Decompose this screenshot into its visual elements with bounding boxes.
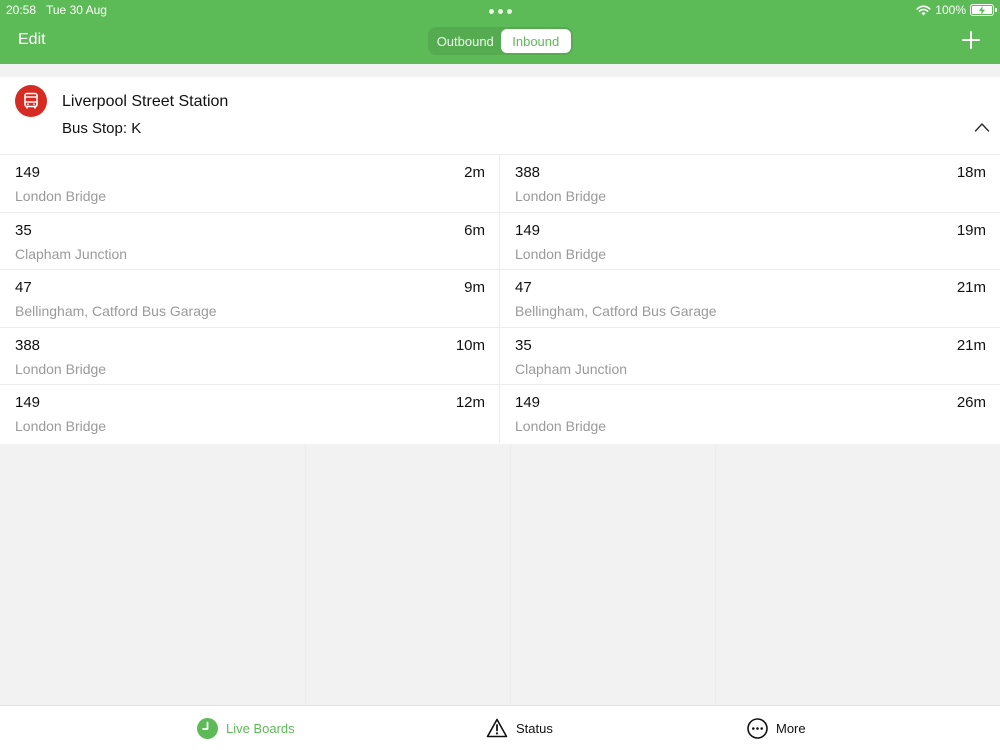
stop-header[interactable]: Liverpool Street Station Bus Stop: K [0, 77, 1000, 155]
arrival-row[interactable]: 47 Bellingham, Catford Bus Garage 9m [0, 270, 499, 328]
eta: 6m [464, 221, 485, 239]
arrival-row[interactable]: 47 Bellingham, Catford Bus Garage 21m [500, 270, 1000, 328]
arrival-row[interactable]: 149 London Bridge 12m [0, 385, 499, 443]
battery-icon [970, 4, 997, 16]
bus-icon [15, 85, 47, 117]
route-number: 47 [515, 279, 532, 296]
status-bar: 20:58 Tue 30 Aug 100% [0, 0, 1000, 20]
segment-inbound[interactable]: Inbound [500, 29, 571, 53]
warning-icon [486, 718, 508, 738]
destination: Bellingham, Catford Bus Garage [515, 303, 717, 319]
destination: London Bridge [15, 188, 107, 204]
route-number: 149 [515, 221, 541, 239]
arrivals-column-left: 149 London Bridge 2m 35 Clapham Junction… [0, 155, 500, 443]
destination: London Bridge [15, 418, 107, 434]
eta: 18m [956, 164, 986, 181]
battery-percent: 100% [935, 3, 966, 17]
more-icon [747, 718, 768, 739]
arrival-row[interactable]: 149 London Bridge 2m [0, 155, 499, 213]
segment-outbound[interactable]: Outbound [430, 29, 501, 53]
add-icon[interactable] [962, 31, 980, 49]
route-number: 35 [15, 221, 32, 239]
tab-status[interactable]: Status [486, 718, 553, 738]
route-number: 388 [15, 336, 41, 354]
eta: 21m [956, 279, 986, 296]
destination: London Bridge [515, 418, 607, 434]
eta: 9m [464, 279, 485, 296]
eta: 26m [956, 394, 986, 411]
chevron-up-icon[interactable] [974, 121, 990, 133]
status-date: Tue 30 Aug [46, 3, 107, 17]
route-number: 149 [515, 394, 541, 411]
arrival-row[interactable]: 149 London Bridge 26m [500, 385, 1000, 443]
direction-segmented-control: Outbound Inbound [428, 27, 573, 55]
destination: London Bridge [515, 188, 607, 204]
arrivals-column-right: 388 London Bridge 18m 149 London Bridge … [500, 155, 1000, 443]
route-number: 35 [515, 336, 532, 354]
route-number: 149 [15, 394, 41, 411]
tab-live-boards[interactable]: Live Boards [197, 718, 295, 739]
destination: Clapham Junction [515, 360, 628, 377]
stop-card: Liverpool Street Station Bus Stop: K 149… [0, 77, 1000, 444]
arrival-row[interactable]: 388 London Bridge 10m [0, 328, 499, 385]
clock-icon [197, 718, 218, 739]
arrival-row[interactable]: 149 London Bridge 19m [500, 213, 1000, 270]
tab-label: Status [516, 720, 553, 736]
eta: 21m [956, 336, 986, 354]
destination: London Bridge [515, 245, 607, 262]
destination: Bellingham, Catford Bus Garage [15, 303, 217, 319]
wifi-icon [916, 5, 931, 15]
arrival-row[interactable]: 388 London Bridge 18m [500, 155, 1000, 213]
multitasking-dots-icon[interactable] [489, 9, 512, 14]
background-grid [0, 444, 1000, 704]
arrival-row[interactable]: 35 Clapham Junction 6m [0, 213, 499, 270]
tab-label: Live Boards [226, 721, 295, 736]
status-right: 100% [916, 3, 997, 17]
eta: 2m [464, 164, 485, 181]
route-number: 388 [515, 164, 541, 181]
stop-name: Liverpool Street Station [62, 93, 229, 110]
tab-more[interactable]: More [747, 718, 806, 739]
tab-bar: Live Boards Status More [0, 705, 1000, 750]
eta: 12m [455, 394, 485, 411]
destination: London Bridge [15, 360, 107, 377]
header: 20:58 Tue 30 Aug 100% Edit Outbound Inbo… [0, 0, 1000, 64]
stop-code: Bus Stop: K [62, 120, 142, 137]
status-time: 20:58 [6, 3, 37, 17]
edit-button[interactable]: Edit [18, 31, 46, 49]
tab-label: More [776, 721, 806, 736]
route-number: 149 [15, 164, 41, 181]
arrival-row[interactable]: 35 Clapham Junction 21m [500, 328, 1000, 385]
route-number: 47 [15, 279, 32, 296]
eta: 10m [455, 336, 485, 354]
arrivals-grid: 149 London Bridge 2m 35 Clapham Junction… [0, 155, 1000, 443]
eta: 19m [956, 221, 986, 239]
destination: Clapham Junction [15, 245, 128, 262]
